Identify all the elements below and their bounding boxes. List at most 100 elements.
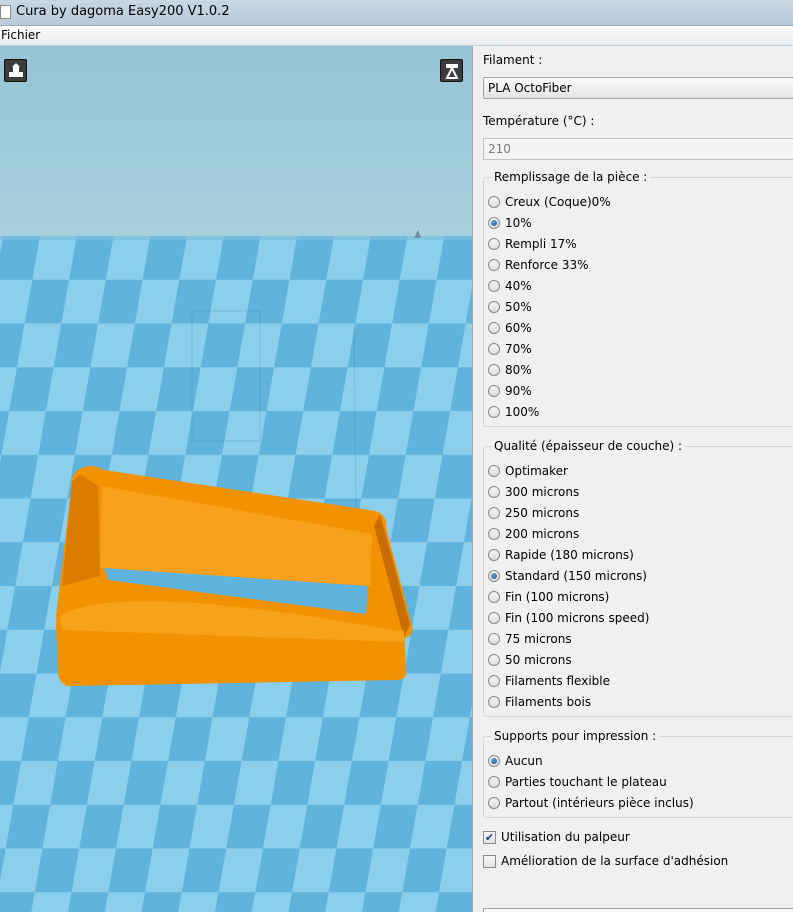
quality-radio[interactable] (488, 528, 500, 540)
adhesion-label: Amélioration de la surface d'adhésion (501, 854, 729, 868)
infill-option[interactable]: 50% (488, 299, 532, 315)
supports-radio[interactable] (488, 797, 500, 809)
quality-option[interactable]: 50 microns (488, 652, 572, 668)
infill-option[interactable]: Rempli 17% (488, 236, 577, 252)
quality-option[interactable]: 200 microns (488, 526, 579, 542)
infill-option-label: 80% (505, 363, 532, 377)
supports-option-label: Parties touchant le plateau (505, 775, 667, 789)
supports-option[interactable]: Partout (intérieurs pièce inclus) (488, 795, 694, 811)
infill-radio[interactable] (488, 280, 500, 292)
temperature-value: 210 (488, 142, 511, 156)
infill-option-label: Rempli 17% (505, 237, 577, 251)
quality-option-label: 300 microns (505, 485, 580, 499)
filament-select[interactable]: PLA OctoFiber (483, 77, 793, 99)
quality-option-label: 250 microns (505, 506, 580, 520)
print-button[interactable] (440, 59, 463, 82)
3d-viewport[interactable] (0, 46, 472, 912)
quality-radio[interactable] (488, 612, 500, 624)
infill-group: Remplissage de la pièce : Creux (Coque)0… (483, 170, 793, 427)
scene-render (0, 46, 472, 912)
infill-option-label: 50% (505, 300, 532, 314)
infill-radio[interactable] (488, 301, 500, 313)
infill-option[interactable]: 90% (488, 383, 532, 399)
probe-checkbox[interactable]: ✔ (483, 830, 496, 844)
quality-option[interactable]: 300 microns (488, 484, 579, 500)
quality-radio[interactable] (488, 507, 500, 519)
infill-option-label: 10% (505, 216, 532, 230)
quality-radio[interactable] (488, 654, 500, 666)
infill-option-label: Renforce 33% (505, 258, 589, 272)
infill-option-label: 70% (505, 342, 532, 356)
load-icon (9, 63, 23, 77)
infill-radio[interactable] (488, 385, 500, 397)
supports-title: Supports pour impression : (491, 729, 660, 743)
supports-option-label: Aucun (505, 754, 543, 768)
infill-radio[interactable] (488, 343, 500, 355)
quality-option-label: Fin (100 microns) (505, 590, 610, 604)
infill-radio[interactable] (488, 364, 500, 376)
infill-option[interactable]: 60% (488, 320, 532, 336)
supports-radio[interactable] (488, 776, 500, 788)
probe-label: Utilisation du palpeur (501, 830, 630, 844)
infill-option[interactable]: Renforce 33% (488, 257, 589, 273)
bottom-field[interactable] (483, 908, 793, 912)
settings-panel: Filament : PLA OctoFiber Température (°C… (472, 46, 793, 912)
print-icon (445, 64, 459, 79)
quality-option[interactable]: Rapide (180 microns) (488, 547, 634, 563)
window-title: Cura by dagoma Easy200 V1.0.2 (16, 4, 230, 19)
infill-radio[interactable] (488, 238, 500, 250)
quality-group: Qualité (épaisseur de couche) : Optimake… (483, 439, 793, 717)
quality-option[interactable]: Fin (100 microns) (488, 589, 609, 605)
quality-option[interactable]: Fin (100 microns speed) (488, 610, 649, 626)
adhesion-checkbox[interactable] (483, 854, 496, 868)
infill-radio[interactable] (488, 406, 500, 418)
quality-radio[interactable] (488, 591, 500, 603)
adhesion-checkbox-row[interactable]: Amélioration de la surface d'adhésion (483, 853, 728, 869)
quality-radio[interactable] (488, 486, 500, 498)
quality-option-label: 200 microns (505, 527, 580, 541)
quality-option[interactable]: Optimaker (488, 463, 568, 479)
menu-bar: Fichier (0, 26, 793, 46)
supports-option[interactable]: Aucun (488, 753, 543, 769)
quality-option[interactable]: Filaments bois (488, 694, 591, 710)
infill-option[interactable]: 70% (488, 341, 532, 357)
supports-option[interactable]: Parties touchant le plateau (488, 774, 667, 790)
infill-option[interactable]: Creux (Coque)0% (488, 194, 611, 210)
infill-radio[interactable] (488, 217, 500, 229)
quality-option[interactable]: 250 microns (488, 505, 579, 521)
infill-option-label: 40% (505, 279, 532, 293)
quality-option[interactable]: Filaments flexible (488, 673, 610, 689)
quality-title: Qualité (épaisseur de couche) : (491, 439, 686, 453)
supports-option-label: Partout (intérieurs pièce inclus) (505, 796, 694, 810)
app-icon (0, 5, 11, 19)
quality-radio[interactable] (488, 633, 500, 645)
infill-option-label: 60% (505, 321, 532, 335)
infill-option[interactable]: 100% (488, 404, 539, 420)
infill-option[interactable]: 40% (488, 278, 532, 294)
infill-option[interactable]: 10% (488, 215, 532, 231)
load-model-button[interactable] (4, 59, 27, 82)
infill-option-label: 90% (505, 384, 532, 398)
quality-radio[interactable] (488, 570, 500, 582)
temperature-input[interactable]: 210 (483, 138, 793, 160)
supports-radio[interactable] (488, 755, 500, 767)
infill-radio[interactable] (488, 322, 500, 334)
quality-option[interactable]: Standard (150 microns) (488, 568, 647, 584)
quality-radio[interactable] (488, 675, 500, 687)
menu-fichier[interactable]: Fichier (0, 28, 41, 42)
filament-label: Filament : (483, 53, 543, 67)
infill-radio[interactable] (488, 196, 500, 208)
probe-checkbox-row[interactable]: ✔ Utilisation du palpeur (483, 829, 630, 845)
quality-radio[interactable] (488, 465, 500, 477)
infill-title: Remplissage de la pièce : (491, 170, 651, 184)
quality-option-label: 75 microns (505, 632, 572, 646)
quality-option-label: Filaments bois (505, 695, 592, 709)
infill-option[interactable]: 80% (488, 362, 532, 378)
quality-radio[interactable] (488, 696, 500, 708)
quality-option[interactable]: 75 microns (488, 631, 572, 647)
infill-radio[interactable] (488, 259, 500, 271)
filament-value: PLA OctoFiber (488, 81, 572, 95)
quality-radio[interactable] (488, 549, 500, 561)
quality-option-label: Rapide (180 microns) (505, 548, 634, 562)
quality-option-label: 50 microns (505, 653, 572, 667)
